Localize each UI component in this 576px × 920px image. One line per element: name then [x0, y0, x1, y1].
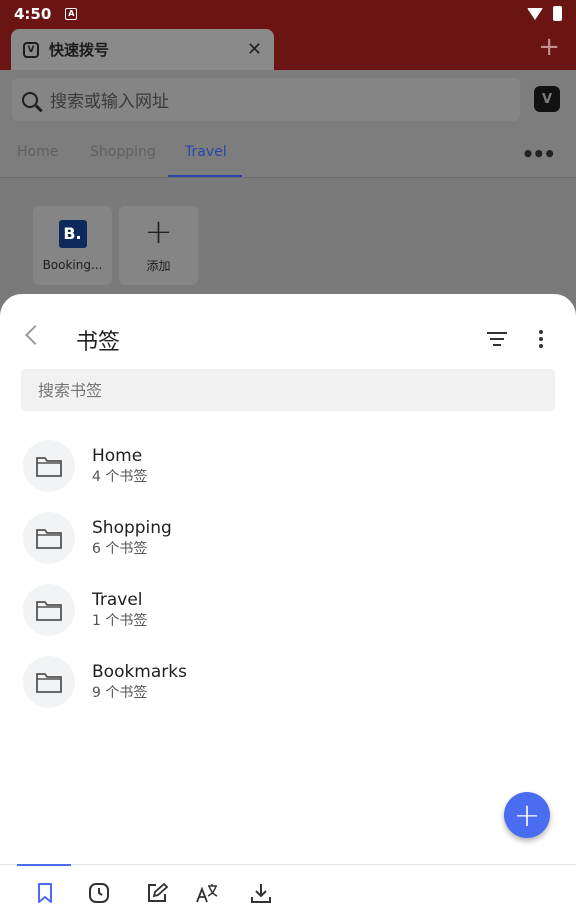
tab-speed-dial[interactable]: V 快速拨号 ✕	[11, 29, 274, 70]
bookmark-search-input[interactable]	[21, 369, 555, 411]
tab-title: 快速拨号	[49, 41, 110, 59]
status-bar: 4:50 A	[0, 0, 576, 27]
folder-name: Home	[92, 446, 143, 466]
more-options-icon[interactable]: •••	[522, 142, 556, 166]
more-vert-icon[interactable]	[539, 330, 544, 351]
folder-icon	[23, 512, 75, 564]
address-bar[interactable]: 搜索或输入网址	[12, 78, 520, 121]
back-icon[interactable]	[25, 325, 45, 345]
active-tab-indicator	[168, 175, 242, 177]
add-bookmark-button[interactable]: +	[504, 792, 550, 838]
address-placeholder: 搜索或输入网址	[50, 92, 169, 112]
folder-name: Shopping	[92, 518, 172, 538]
notes-icon[interactable]	[145, 881, 169, 905]
translate-icon[interactable]	[195, 881, 219, 905]
wifi-icon	[527, 7, 543, 20]
sort-filter-icon[interactable]	[487, 332, 507, 346]
folder-name: Travel	[92, 590, 143, 610]
speed-dial-grid: B. Booking... + 添加	[0, 178, 576, 298]
folder-count: 6 个书签	[92, 541, 148, 557]
folder-list: Home 4 个书签 Shopping 6 个书签 Travel 1 个书签 B…	[0, 435, 576, 723]
close-tab-icon[interactable]: ✕	[247, 39, 262, 60]
folder-icon	[23, 584, 75, 636]
tab-travel[interactable]: Travel	[185, 144, 227, 160]
folder-icon	[23, 440, 75, 492]
bottom-nav	[0, 864, 576, 920]
speed-dial-tile-booking[interactable]: B. Booking...	[33, 206, 112, 285]
speed-dial-add-tile[interactable]: + 添加	[119, 206, 198, 285]
tab-home[interactable]: Home	[17, 144, 58, 160]
status-time: 4:50	[14, 4, 52, 23]
battery-icon	[553, 6, 562, 21]
plus-icon: +	[144, 212, 173, 252]
folder-icon	[23, 656, 75, 708]
folder-name: Bookmarks	[92, 662, 187, 682]
notification-icon: A	[65, 7, 78, 20]
folder-row-shopping[interactable]: Shopping 6 个书签	[0, 507, 576, 579]
tile-label: 添加	[146, 259, 171, 273]
folder-count: 1 个书签	[92, 613, 148, 629]
folder-row-travel[interactable]: Travel 1 个书签	[0, 579, 576, 651]
search-icon	[22, 91, 38, 108]
folder-row-bookmarks[interactable]: Bookmarks 9 个书签	[0, 651, 576, 723]
history-icon[interactable]	[87, 881, 111, 905]
vivaldi-menu-button[interactable]: V	[534, 86, 560, 112]
tile-label: Booking...	[42, 257, 103, 272]
download-icon[interactable]	[249, 881, 273, 905]
tab-shopping[interactable]: Shopping	[90, 144, 156, 160]
tab-strip: V 快速拨号 ✕ +	[0, 27, 576, 70]
new-tab-button[interactable]: +	[538, 34, 560, 60]
speed-dial-tabs: Home Shopping Travel •••	[0, 130, 576, 178]
address-area: 搜索或输入网址 V	[0, 70, 576, 130]
bookmark-icon[interactable]	[33, 881, 57, 905]
sheet-title: 书签	[76, 330, 121, 355]
bookmarks-sheet: 书签 Home 4 个书签 Shopping 6 个书签	[0, 294, 576, 920]
active-nav-indicator	[17, 864, 71, 866]
folder-count: 9 个书签	[92, 685, 148, 701]
folder-row-home[interactable]: Home 4 个书签	[0, 435, 576, 507]
folder-count: 4 个书签	[92, 469, 148, 485]
vivaldi-tab-icon: V	[23, 41, 39, 58]
booking-logo-icon: B.	[58, 219, 87, 248]
